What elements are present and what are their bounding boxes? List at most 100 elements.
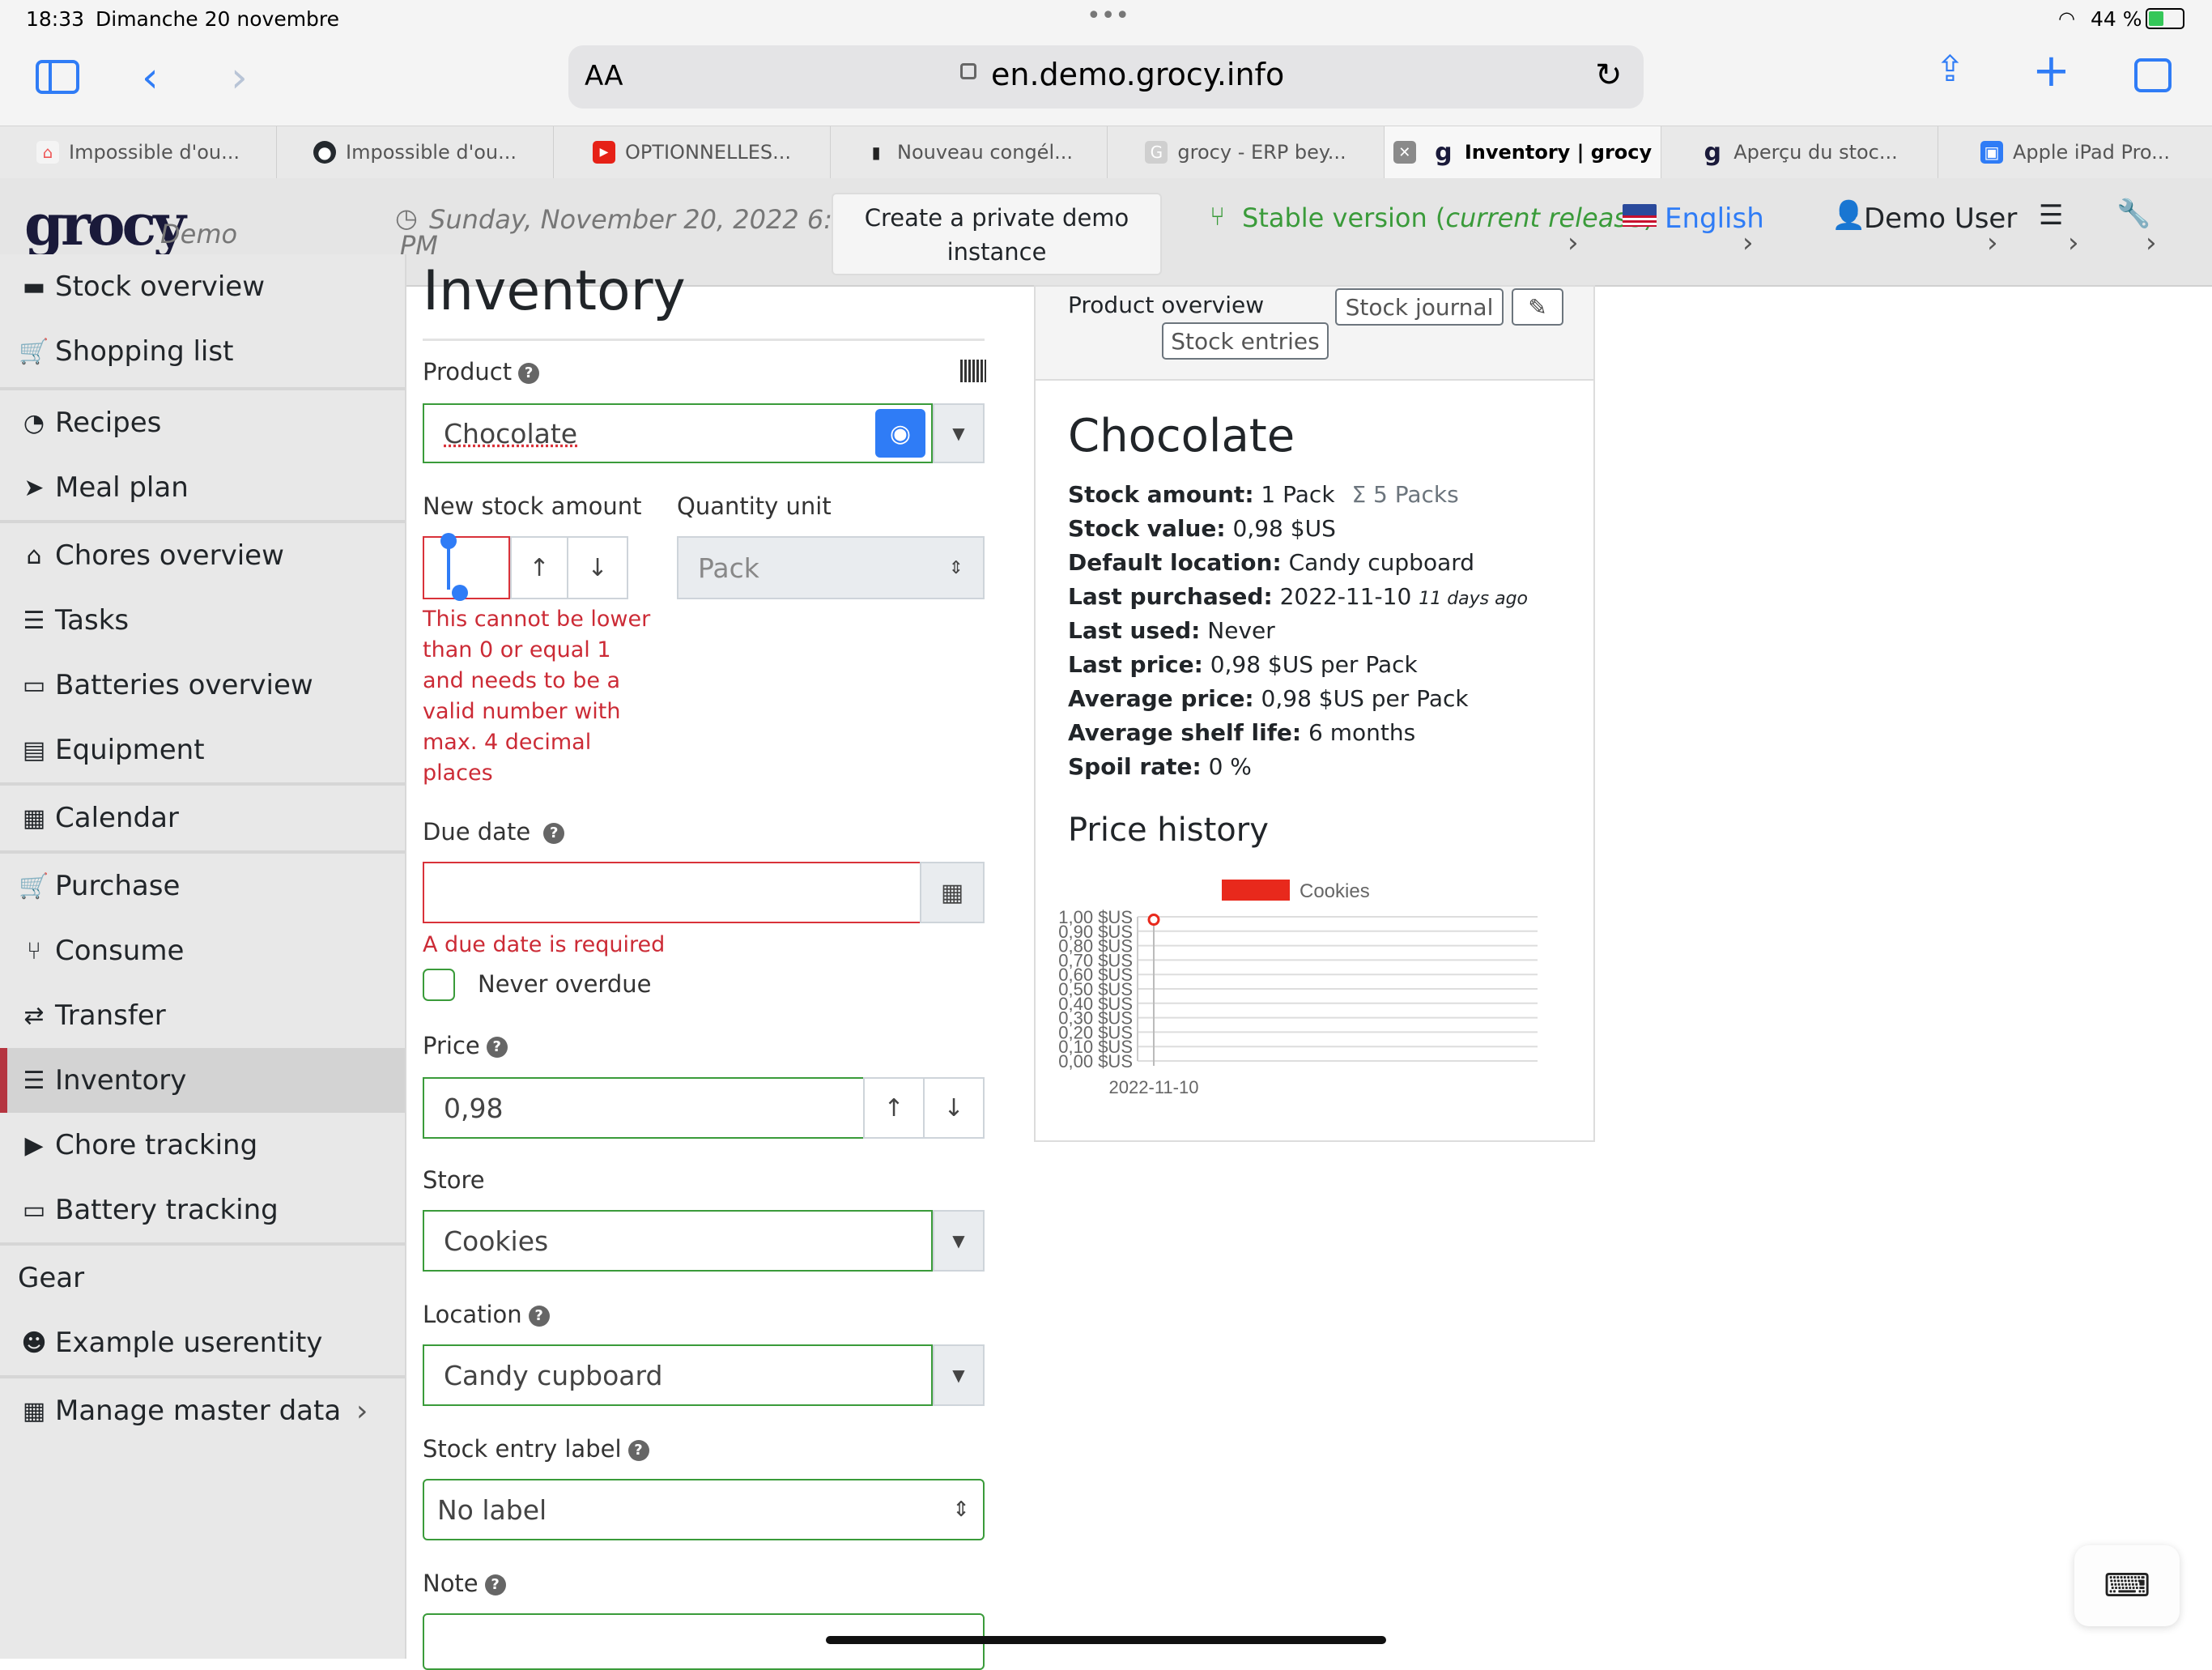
sidebar-item-calendar[interactable]: ▦ Calendar: [0, 786, 405, 850]
price-input[interactable]: 0,98: [423, 1077, 865, 1139]
toolbox-icon: ▤: [22, 735, 46, 765]
sidebar-item-manage-master-data[interactable]: ▦ Manage master data ›: [0, 1378, 405, 1443]
lock-icon: [960, 63, 976, 79]
browser-tab-active[interactable]: ✕ g Inventory | grocy: [1385, 126, 1661, 178]
battery-percent: 44 %: [2091, 7, 2142, 31]
sidebar-item-tasks[interactable]: ☰ Tasks: [0, 588, 405, 653]
browser-tab[interactable]: ● Impossible d'ou...: [277, 126, 554, 178]
sidebar-item-stock-overview[interactable]: ▬ Stock overview: [0, 254, 405, 319]
back-icon[interactable]: ‹: [142, 57, 159, 99]
help-icon[interactable]: ?: [528, 1306, 550, 1327]
chevron-right-icon[interactable]: ›: [2146, 227, 2157, 259]
amount-increase-button[interactable]: ↑: [510, 536, 568, 599]
browser-tab[interactable]: ▮ Nouveau congél...: [831, 126, 1108, 178]
tab-favicon-icon: ⌂: [36, 141, 60, 164]
text-cursor: [447, 546, 450, 590]
quantity-unit-select[interactable]: Pack ⇕: [677, 536, 985, 599]
browser-tab[interactable]: g Aperçu du stoc...: [1661, 126, 1938, 178]
sidebar-item-transfer[interactable]: ⇄ Transfer: [0, 983, 405, 1048]
amount-decrease-button[interactable]: ↓: [567, 536, 628, 599]
browser-tab[interactable]: ▶ OPTIONNELLES...: [554, 126, 831, 178]
barcode-icon[interactable]: [960, 360, 986, 382]
sidebar-item-recipes[interactable]: ◔ Recipes: [0, 390, 405, 455]
create-demo-button[interactable]: Create a private demo instance: [832, 193, 1162, 275]
camera-icon[interactable]: ◉: [875, 409, 925, 458]
sidebar-item-equipment[interactable]: ▤ Equipment: [0, 718, 405, 782]
spoil-rate-row: Spoil rate: 0 %: [1068, 753, 1252, 780]
reload-icon[interactable]: ↻: [1595, 57, 1623, 94]
price-history-title: Price history: [1068, 812, 1269, 849]
share-icon[interactable]: ⇪: [1935, 52, 1965, 87]
calendar-icon[interactable]: ▦: [920, 862, 985, 923]
selection-handle[interactable]: [452, 585, 468, 601]
new-amount-input[interactable]: [423, 533, 510, 601]
forward-icon[interactable]: ›: [231, 57, 248, 99]
cart-icon: 🛒: [19, 337, 49, 366]
keyboard-icon[interactable]: ⌨: [2074, 1545, 2180, 1626]
never-overdue-label: Never overdue: [478, 970, 652, 998]
browser-tab[interactable]: ▣ Apple iPad Pro...: [1938, 126, 2212, 178]
never-overdue-checkbox[interactable]: [423, 969, 455, 1001]
close-tab-icon[interactable]: ✕: [1393, 141, 1416, 164]
chevron-right-icon[interactable]: ›: [2068, 227, 2079, 259]
product-overview-card: Product overview Stock journal ✎ Stock e…: [1034, 285, 1595, 1142]
version-link[interactable]: Stable version (current release): [1242, 202, 1653, 233]
address-bar[interactable]: AA en.demo.grocy.info ↻: [568, 45, 1644, 109]
sidebar-item-chores-overview[interactable]: ⌂ Chores overview: [0, 523, 405, 588]
chevron-right-icon[interactable]: ›: [1987, 227, 1998, 259]
sidebar-item-inventory[interactable]: ☰ Inventory: [0, 1048, 405, 1113]
location-dropdown-caret-icon[interactable]: ▼: [933, 1344, 985, 1406]
location-input[interactable]: Candy cupboard: [423, 1344, 933, 1406]
sidebar-item-battery-tracking[interactable]: ▭ Battery tracking: [0, 1178, 405, 1242]
store-dropdown-caret-icon[interactable]: ▼: [933, 1210, 985, 1272]
battery-icon: [2146, 8, 2184, 29]
browser-tab[interactable]: Ggrocy - ERP bey...: [1108, 126, 1385, 178]
selection-handle[interactable]: [440, 533, 457, 549]
sidebar-toggle-icon[interactable]: [36, 60, 79, 94]
help-icon[interactable]: ?: [484, 1574, 506, 1595]
price-decrease-button[interactable]: ↓: [923, 1077, 985, 1139]
product-dropdown-caret-icon[interactable]: ▼: [933, 403, 985, 463]
sidebar-item-batteries-overview[interactable]: ▭ Batteries overview: [0, 653, 405, 718]
browser-tab[interactable]: ⌂ Impossible d'ou...: [0, 126, 277, 178]
wrench-icon[interactable]: 🔧: [2116, 198, 2150, 230]
sidebar-item-shopping-list[interactable]: 🛒 Shopping list: [0, 319, 405, 384]
due-date-input[interactable]: [423, 862, 921, 923]
chevron-right-icon[interactable]: ›: [1568, 227, 1579, 259]
stock-entry-label-select[interactable]: No label ⇕: [423, 1479, 985, 1540]
stock-journal-button[interactable]: Stock journal: [1335, 288, 1504, 326]
sidebar-item-example-userentity[interactable]: ☻ Example userentity: [0, 1310, 405, 1375]
grocy-logo[interactable]: grocy: [24, 191, 186, 258]
box-icon: ▬: [22, 272, 46, 301]
multitask-dots-icon[interactable]: •••: [1087, 2, 1129, 30]
edit-icon[interactable]: ✎: [1512, 288, 1563, 326]
store-input[interactable]: Cookies: [423, 1210, 933, 1272]
sidebar-item-gear[interactable]: Gear: [0, 1246, 405, 1310]
sidebar-item-meal-plan[interactable]: ➤ Meal plan: [0, 455, 405, 520]
x-tick-label: 2022-11-10: [1109, 1077, 1199, 1097]
chevron-right-icon[interactable]: ›: [1742, 227, 1754, 259]
stock-amount-row: Stock amount: 1 Pack Σ 5 Packs: [1068, 481, 1459, 508]
tabs-overview-icon[interactable]: [2134, 58, 2172, 92]
cart-plus-icon: 🛒: [19, 871, 49, 901]
help-icon[interactable]: ?: [627, 1440, 649, 1461]
location-label: Location?: [423, 1301, 550, 1328]
tab-favicon-icon: ▮: [871, 143, 881, 162]
utensils-icon: ⑂: [27, 936, 41, 965]
stock-entries-button[interactable]: Stock entries: [1162, 322, 1329, 360]
sliders-icon[interactable]: ☰: [2039, 199, 2063, 232]
help-icon[interactable]: ?: [543, 823, 565, 844]
home-icon: ⌂: [26, 541, 42, 570]
product-input[interactable]: Chocolate: [423, 403, 933, 463]
price-increase-button[interactable]: ↑: [863, 1077, 925, 1139]
sidebar-item-purchase[interactable]: 🛒 Purchase: [0, 854, 405, 918]
chevron-right-icon[interactable]: ›: [356, 1395, 368, 1428]
help-icon[interactable]: ?: [518, 363, 540, 384]
sidebar-item-chore-tracking[interactable]: ▶ Chore tracking: [0, 1113, 405, 1178]
url-text[interactable]: en.demo.grocy.info: [991, 57, 1284, 92]
sidebar-item-consume[interactable]: ⑂ Consume: [0, 918, 405, 983]
new-tab-icon[interactable]: +: [2032, 49, 2070, 94]
average-price-row: Average price: 0,98 $US per Pack: [1068, 685, 1469, 712]
help-icon[interactable]: ?: [486, 1037, 508, 1058]
text-size-button[interactable]: AA: [585, 60, 623, 92]
